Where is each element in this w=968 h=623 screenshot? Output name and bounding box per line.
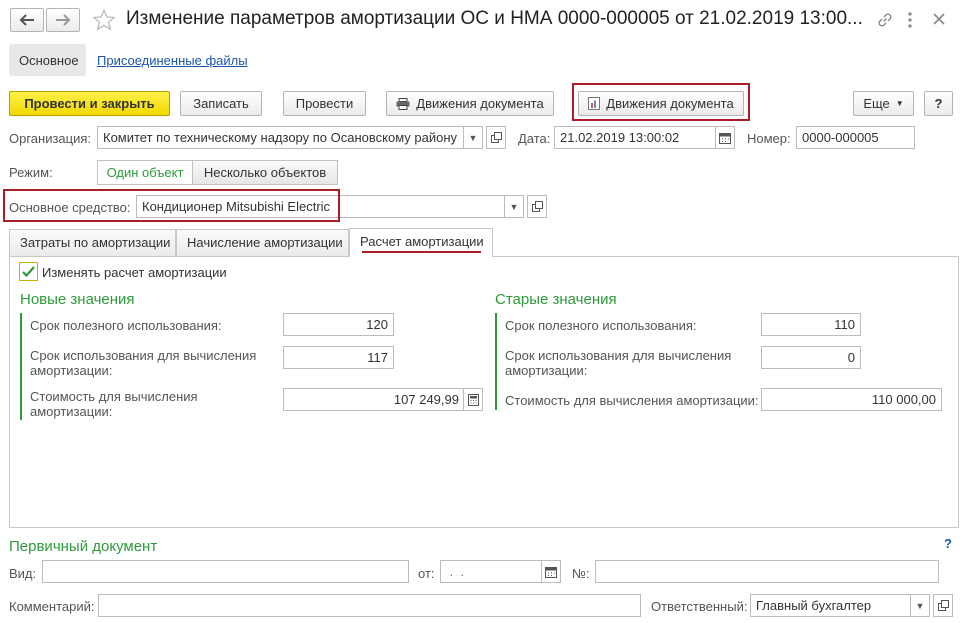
old-useful-life-field: 110 — [761, 313, 861, 336]
old-cost-field: 110 000,00 — [761, 388, 942, 411]
organization-label: Организация: — [9, 131, 92, 146]
window-title: Изменение параметров амортизации ОС и НМ… — [126, 8, 863, 29]
asset-open-button[interactable] — [527, 195, 547, 218]
responsible-open-button[interactable] — [933, 594, 953, 617]
post-button[interactable]: Провести — [283, 91, 366, 116]
comment-label: Комментарий: — [9, 599, 95, 614]
back-arrow-icon — [19, 14, 35, 26]
new-values-bar — [20, 313, 22, 420]
date-label: Дата: — [518, 131, 551, 146]
organization-field[interactable]: Комитет по техническому надзору по Осано… — [97, 126, 464, 149]
comment-field[interactable] — [98, 594, 641, 617]
open-form-icon — [531, 201, 543, 212]
new-cost-field[interactable]: 107 249,99 — [283, 388, 465, 411]
forward-button[interactable] — [46, 8, 80, 32]
number-label: Номер: — [747, 131, 791, 146]
new-usage-term-label: Срок использования для вычисления аморти… — [30, 348, 257, 378]
doc-number-label: №: — [572, 566, 590, 581]
new-cost-label: Стоимость для вычисления амортизации: — [30, 389, 198, 419]
new-values-title: Новые значения — [20, 291, 135, 308]
doc-from-label: от: — [418, 566, 435, 581]
doc-kind-label: Вид: — [9, 566, 37, 581]
tab-accrual[interactable]: Начисление амортизации — [176, 229, 349, 256]
nav-tab-files[interactable]: Присоединенные файлы — [97, 53, 248, 68]
title-bar: Изменение параметров амортизации ОС и НМ… — [0, 0, 968, 40]
forward-arrow-icon — [55, 14, 71, 26]
calculator-icon — [467, 393, 479, 406]
tab-costs[interactable]: Затраты по амортизации — [9, 229, 176, 256]
close-icon[interactable] — [932, 12, 946, 26]
help-button[interactable]: ? — [924, 91, 953, 116]
mode-multi-toggle[interactable]: Несколько объектов — [192, 160, 338, 185]
change-calc-label: Изменять расчет амортизации — [42, 265, 227, 280]
link-icon[interactable] — [876, 11, 894, 29]
mode-single-toggle[interactable]: Один объект — [97, 160, 193, 185]
doc-date-calendar-button[interactable] — [541, 560, 561, 583]
movements-print-label: Движения документа — [416, 96, 544, 111]
open-form-icon — [490, 132, 502, 143]
change-calc-checkbox[interactable] — [19, 262, 38, 281]
more-label: Еще — [863, 96, 890, 111]
old-usage-term-label: Срок использования для вычисления аморти… — [505, 348, 732, 378]
new-useful-life-label: Срок полезного использования: — [30, 318, 222, 333]
old-useful-life-label: Срок полезного использования: — [505, 318, 697, 333]
asset-highlight-frame — [3, 189, 340, 222]
post-and-close-button[interactable]: Провести и закрыть — [9, 91, 170, 116]
doc-kind-field[interactable] — [42, 560, 409, 583]
tab-calc-underline — [362, 251, 481, 253]
doc-date-field[interactable]: . . — [440, 560, 544, 583]
dropdown-arrow-icon: ▼ — [895, 99, 904, 108]
calendar-icon — [719, 132, 731, 144]
date-calendar-button[interactable] — [715, 126, 735, 149]
primary-doc-title: Первичный документ — [9, 538, 158, 555]
responsible-label: Ответственный: — [651, 599, 748, 614]
doc-number-field[interactable] — [595, 560, 939, 583]
save-button[interactable]: Записать — [180, 91, 262, 116]
dropdown-arrow-icon: ▼ — [468, 132, 478, 143]
new-cost-calculator-button[interactable] — [463, 388, 483, 411]
responsible-dropdown[interactable]: ▼ — [910, 594, 930, 617]
calendar-icon — [545, 566, 557, 578]
organization-dropdown[interactable]: ▼ — [463, 126, 483, 149]
printer-icon — [396, 97, 410, 110]
dropdown-arrow-icon: ▼ — [509, 201, 519, 212]
mode-label: Режим: — [9, 165, 53, 180]
asset-dropdown[interactable]: ▼ — [504, 195, 524, 218]
more-button[interactable]: Еще ▼ — [853, 91, 914, 116]
dropdown-arrow-icon: ▼ — [915, 600, 925, 611]
old-cost-label: Стоимость для вычисления амортизации: — [505, 393, 759, 408]
new-usage-term-field[interactable]: 117 — [283, 346, 394, 369]
primary-doc-help[interactable]: ? — [944, 536, 952, 551]
back-button[interactable] — [10, 8, 44, 32]
number-field[interactable]: 0000-000005 — [796, 126, 915, 149]
star-icon[interactable] — [92, 8, 116, 32]
old-usage-term-field: 0 — [761, 346, 861, 369]
checkmark-icon — [21, 264, 36, 279]
movements-highlight-frame — [572, 83, 750, 121]
movements-print-button[interactable]: Движения документа — [386, 91, 554, 116]
date-field[interactable]: 21.02.2019 13:00:02 — [554, 126, 718, 149]
new-useful-life-field[interactable]: 120 — [283, 313, 394, 336]
more-icon[interactable] — [907, 10, 913, 30]
nav-tab-main[interactable]: Основное — [9, 44, 86, 76]
organization-open-button[interactable] — [486, 126, 506, 149]
open-form-icon — [937, 600, 949, 611]
responsible-field[interactable]: Главный бухгалтер — [750, 594, 913, 617]
old-values-bar — [495, 313, 497, 410]
old-values-title: Старые значения — [495, 291, 617, 308]
